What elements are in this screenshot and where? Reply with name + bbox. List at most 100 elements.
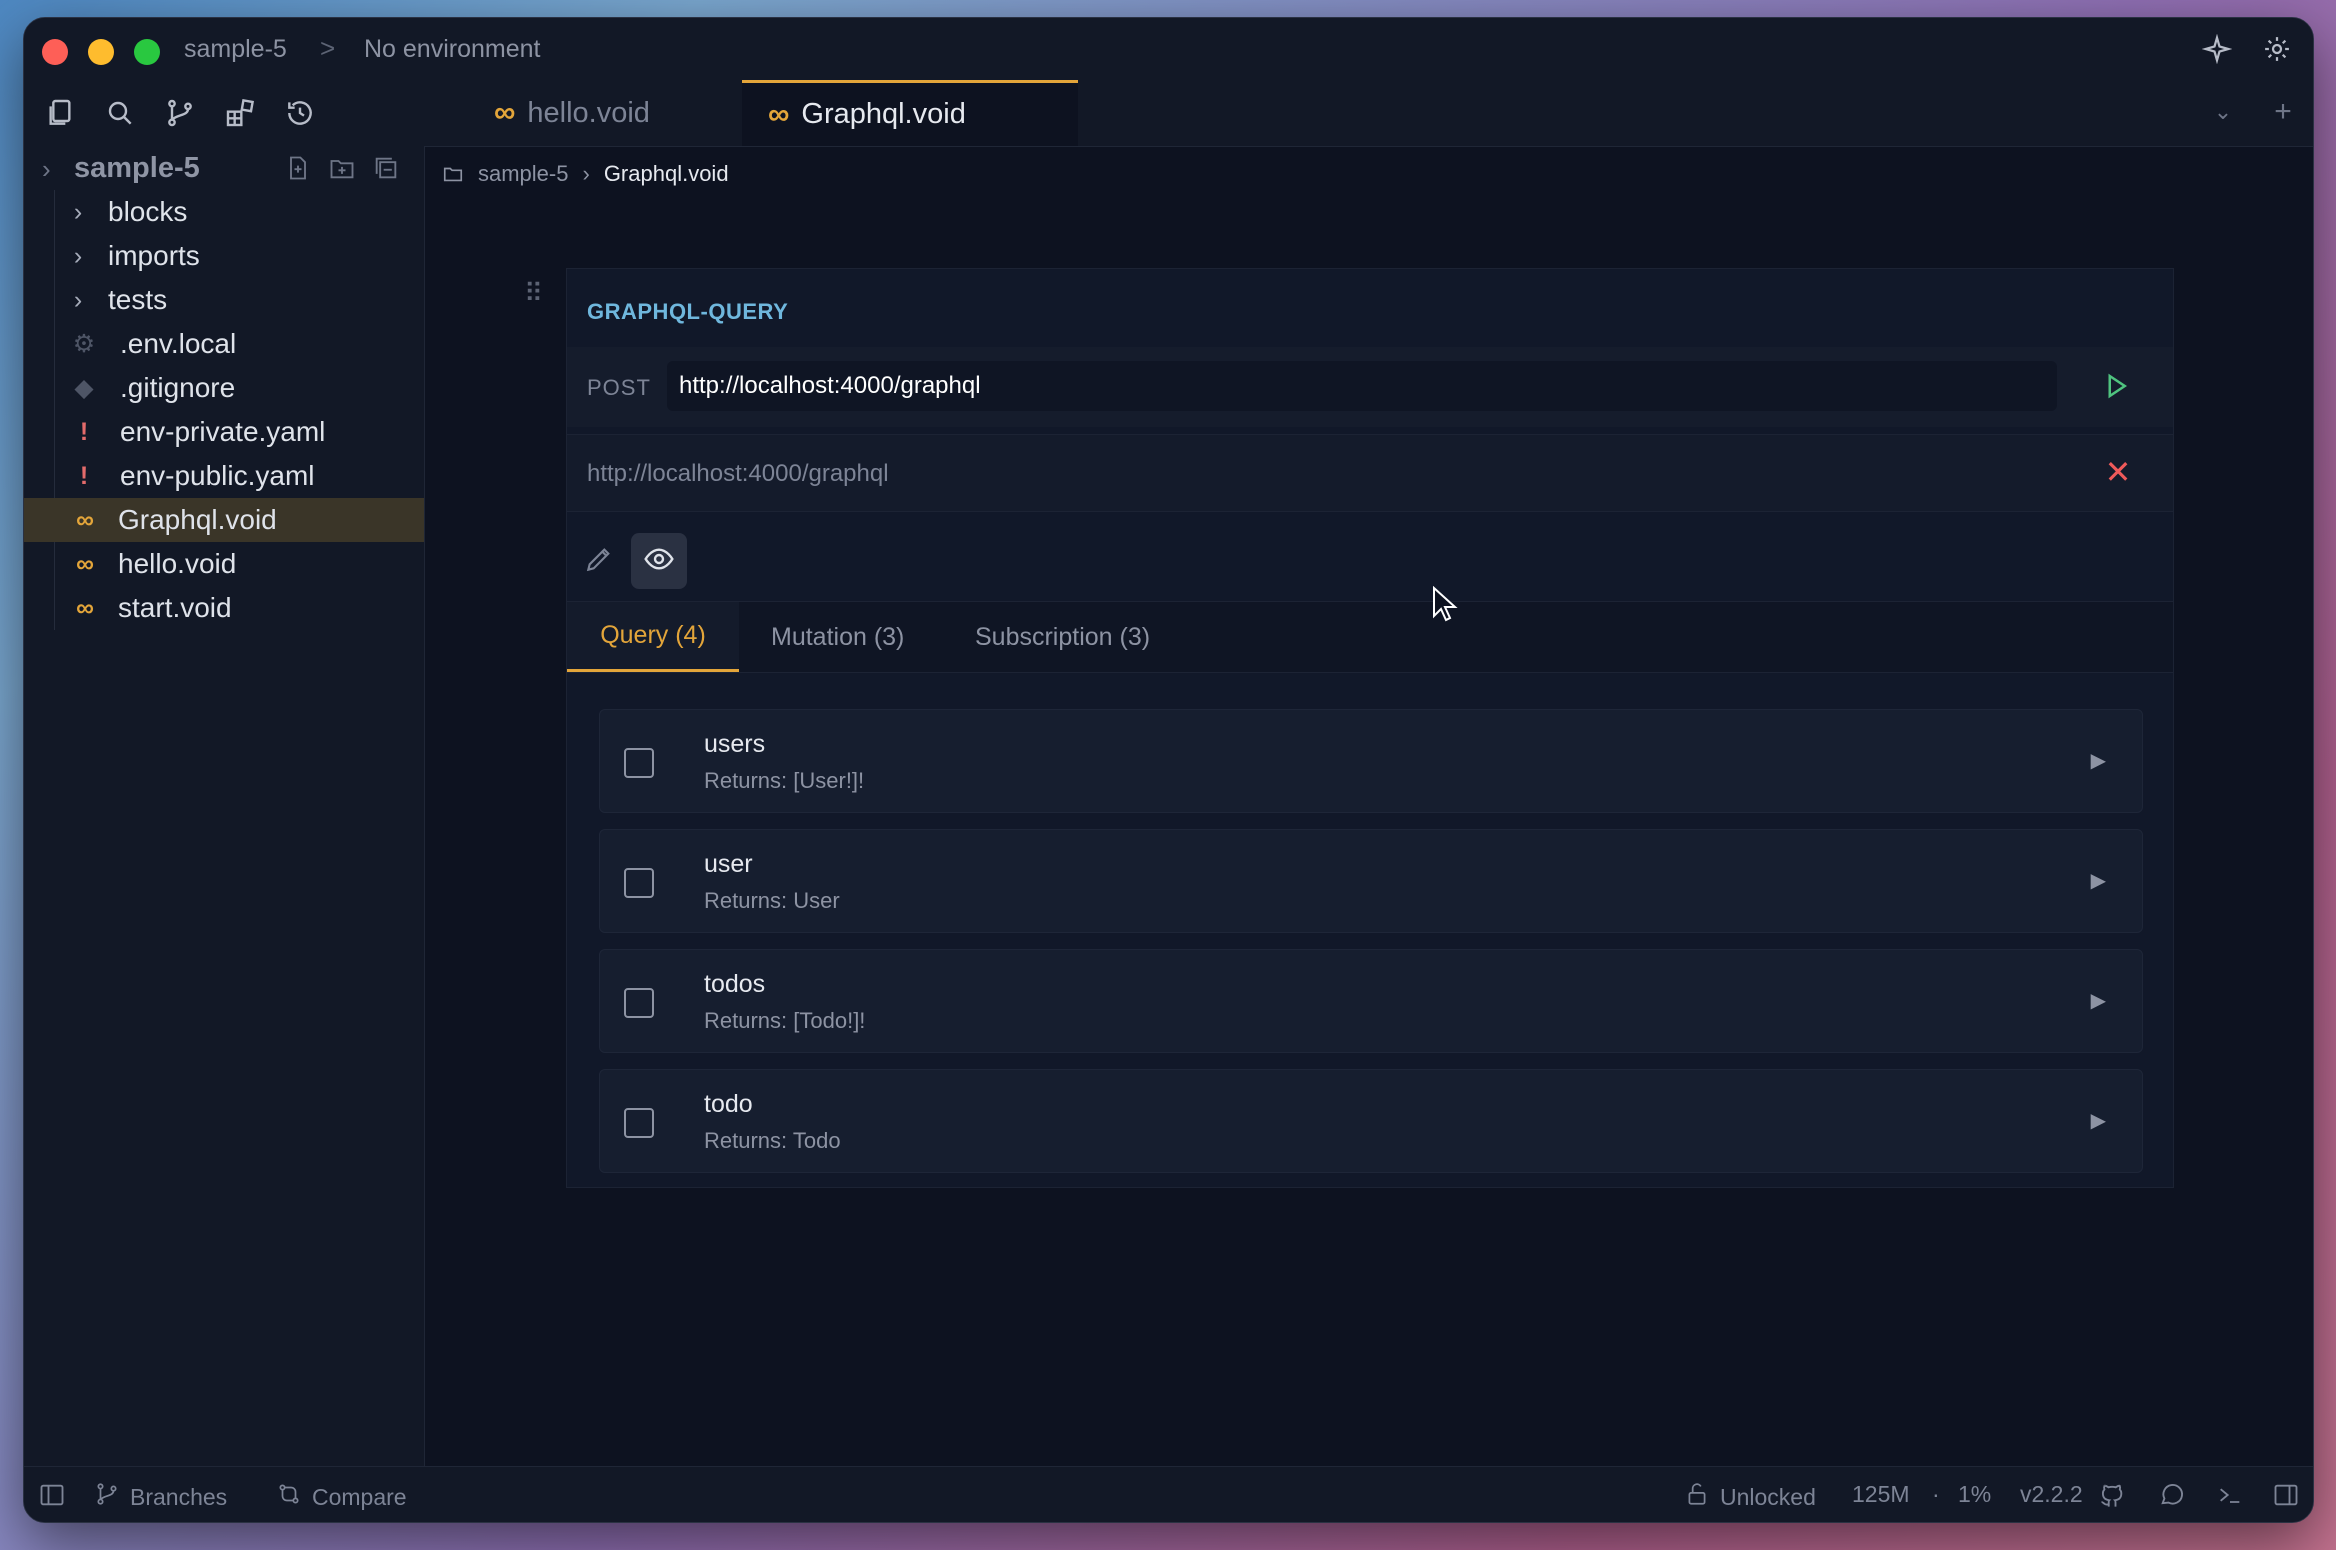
- app-window: sample-5 > No environment ∞ hello.void ∞…: [23, 17, 2314, 1523]
- git-branch-icon[interactable]: [164, 97, 196, 129]
- tree-item-env-local[interactable]: ⚙ .env.local: [24, 322, 424, 366]
- graphql-query-block: GRAPHQL-QUERY POST http://localhost:4000…: [566, 268, 2174, 1188]
- tree-item-hello-void[interactable]: ∞ hello.void: [24, 542, 424, 586]
- operation-return-type: Returns: Todo: [704, 1128, 841, 1153]
- new-file-icon[interactable]: [284, 154, 312, 182]
- files-icon[interactable]: [44, 97, 76, 129]
- close-window-button[interactable]: [42, 39, 68, 65]
- explorer-root[interactable]: sample-5: [74, 152, 200, 185]
- environment-selector[interactable]: No environment: [364, 35, 540, 64]
- file-explorer: › sample-5 › blocks › imports › tests ⚙ …: [24, 146, 425, 1466]
- tab-query[interactable]: Query (4): [567, 602, 739, 672]
- chevron-right-icon: ›: [73, 241, 83, 270]
- expand-triangle-icon[interactable]: ▶: [2091, 1108, 2106, 1133]
- expand-triangle-icon[interactable]: ▶: [2091, 988, 2106, 1013]
- lock-label: Unlocked: [1720, 1483, 1816, 1510]
- operation-row-todo[interactable]: todo Returns: Todo ▶: [599, 1069, 2143, 1173]
- operation-checkbox[interactable]: [624, 748, 654, 778]
- branches-button[interactable]: Branches: [94, 1481, 227, 1513]
- tree-item-tests[interactable]: › tests: [24, 278, 424, 322]
- operation-name: users: [704, 730, 766, 758]
- tab-graphql-void[interactable]: ∞ Graphql.void: [742, 80, 1078, 146]
- operation-row-user[interactable]: user Returns: User ▶: [599, 829, 2143, 933]
- tree-item-start-void[interactable]: ∞ start.void: [24, 586, 424, 630]
- chevron-down-icon[interactable]: ⌄: [2208, 97, 2238, 127]
- infinity-icon: ∞: [494, 96, 515, 129]
- minimize-window-button[interactable]: [88, 39, 114, 65]
- block-title: GRAPHQL-QUERY: [587, 299, 789, 324]
- lock-status[interactable]: Unlocked: [1684, 1481, 1816, 1513]
- tree-item-gitignore[interactable]: ◆ .gitignore: [24, 366, 424, 410]
- tab-hello-void[interactable]: ∞ hello.void: [468, 80, 742, 146]
- branches-label: Branches: [130, 1483, 228, 1510]
- folder-icon: [442, 163, 464, 185]
- title-bar: sample-5 > No environment: [24, 18, 2313, 80]
- breadcrumb: sample-5 › Graphql.void: [442, 156, 729, 192]
- breadcrumb-folder[interactable]: sample-5: [478, 161, 568, 187]
- operation-type-tabs: Query (4) Mutation (3) Subscription (3): [567, 601, 2173, 673]
- endpoint-label: http://localhost:4000/graphql: [587, 460, 889, 487]
- expand-triangle-icon[interactable]: ▶: [2091, 868, 2106, 893]
- github-icon[interactable]: [2098, 1481, 2126, 1509]
- operation-return-type: Returns: [Todo!]!: [704, 1008, 866, 1033]
- terminal-icon[interactable]: [2216, 1481, 2244, 1509]
- tree-item-label: tests: [108, 284, 168, 315]
- plus-icon[interactable]: +: [2268, 97, 2298, 127]
- tree-item-env-private-yaml[interactable]: ! env-private.yaml: [24, 410, 424, 454]
- yaml-icon: !: [79, 461, 89, 490]
- operation-row-users[interactable]: users Returns: [User!]! ▶: [599, 709, 2143, 813]
- separator-dot: ·: [1932, 1481, 1940, 1507]
- tree-item-label: Graphql.void: [118, 504, 277, 535]
- chevron-right-icon: ›: [582, 161, 590, 186]
- tree-item-imports[interactable]: › imports: [24, 234, 424, 278]
- tree-item-blocks[interactable]: › blocks: [24, 190, 424, 234]
- compare-icon: [276, 1481, 302, 1513]
- expand-triangle-icon[interactable]: ▶: [2091, 748, 2106, 773]
- chevron-right-icon: >: [320, 33, 336, 63]
- chevron-right-icon: ›: [73, 197, 83, 226]
- operation-checkbox[interactable]: [624, 988, 654, 1018]
- project-name[interactable]: sample-5: [184, 35, 287, 64]
- operation-name: todos: [704, 970, 766, 998]
- maximize-window-button[interactable]: [134, 39, 160, 65]
- tab-subscription[interactable]: Subscription (3): [943, 602, 1182, 672]
- drag-handle-icon[interactable]: ⠿: [524, 278, 543, 309]
- run-request-icon[interactable]: [2101, 371, 2131, 401]
- gear-icon: ⚙: [72, 330, 96, 358]
- chevron-right-icon[interactable]: ›: [42, 154, 51, 185]
- operation-checkbox[interactable]: [624, 868, 654, 898]
- tree-item-env-public-yaml[interactable]: ! env-public.yaml: [24, 454, 424, 498]
- http-method[interactable]: POST: [587, 375, 651, 401]
- gear-icon[interactable]: [2262, 34, 2292, 64]
- collapse-all-icon[interactable]: [372, 154, 400, 182]
- panel-toggle-icon[interactable]: [2272, 1481, 2300, 1509]
- url-input[interactable]: [667, 361, 2057, 411]
- mouse-cursor-icon: [1433, 586, 1458, 622]
- history-icon[interactable]: [284, 97, 316, 129]
- tab-label: hello.void: [527, 96, 650, 129]
- extensions-icon[interactable]: [224, 97, 256, 129]
- compare-button[interactable]: Compare: [276, 1481, 407, 1513]
- infinity-icon: ∞: [76, 593, 94, 622]
- operation-name: todo: [704, 1090, 753, 1118]
- edit-mode-button[interactable]: [571, 533, 627, 589]
- operation-row-todos[interactable]: todos Returns: [Todo!]! ▶: [599, 949, 2143, 1053]
- search-icon[interactable]: [104, 97, 136, 129]
- tab-mutation[interactable]: Mutation (3): [739, 602, 936, 672]
- breadcrumb-file[interactable]: Graphql.void: [604, 161, 729, 187]
- close-icon[interactable]: ✕: [2103, 456, 2133, 488]
- operation-checkbox[interactable]: [624, 1108, 654, 1138]
- chevron-right-icon: ›: [73, 285, 83, 314]
- new-folder-icon[interactable]: [328, 154, 356, 182]
- sidebar-toggle-icon[interactable]: [38, 1481, 66, 1509]
- tree-item-label: .gitignore: [120, 372, 236, 403]
- preview-mode-button[interactable]: [631, 533, 687, 589]
- sparkle-icon[interactable]: [2201, 33, 2233, 65]
- tree-item-graphql-void[interactable]: ∞ Graphql.void: [24, 498, 424, 542]
- tree-item-label: env-public.yaml: [120, 460, 315, 491]
- chat-icon[interactable]: [2158, 1481, 2186, 1509]
- request-url-row: POST: [567, 347, 2173, 427]
- tree-item-label: imports: [108, 240, 200, 271]
- unlock-icon: [1684, 1481, 1710, 1513]
- version-label: v2.2.2: [2020, 1481, 2083, 1507]
